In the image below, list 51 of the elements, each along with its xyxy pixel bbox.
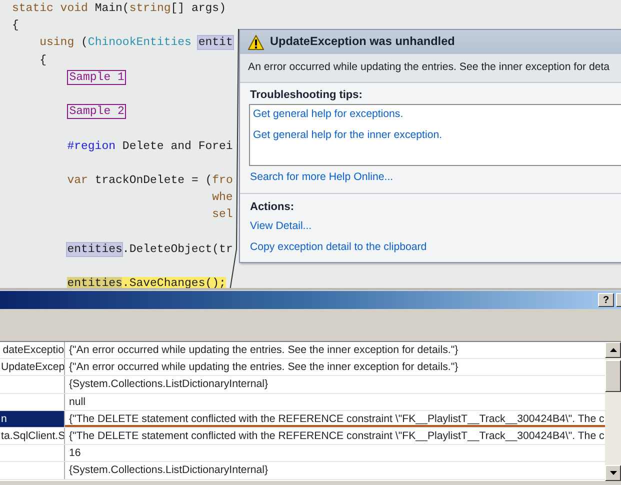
popup-title: UpdateException was unhandled (270, 33, 455, 50)
help-link[interactable]: Get general help for exceptions. (253, 107, 404, 121)
action-link[interactable]: Copy exception detail to the clipboard (250, 240, 427, 254)
scroll-down-button[interactable] (605, 465, 621, 481)
code-text: .DeleteObject(tr (122, 242, 233, 256)
close-button[interactable] (616, 293, 621, 307)
current-statement: entities (67, 277, 122, 288)
code-text: ( (80, 36, 88, 50)
code-keyword: fro (212, 174, 233, 187)
up-arrow-icon (610, 348, 616, 352)
action-link[interactable]: View Detail... (250, 218, 312, 233)
table-cell-text: {System.Collections.ListDictionaryInternal} (68, 377, 270, 392)
table-cell: {"The DELETE statement conflicted with the REFERENCE constraint \"FK__PlaylistT__Track__300424B4\". The c (65, 410, 605, 427)
collapsed-region[interactable]: Sample 2 (67, 104, 126, 120)
table-cell-text: {System.Collections.ListDictionaryInternal} (68, 463, 270, 478)
help-link[interactable]: Search for more Help Online... (250, 170, 394, 184)
highlighted-reference: entities (67, 242, 122, 256)
scroll-thumb[interactable] (605, 360, 621, 392)
code-keyword: var (67, 174, 88, 187)
help-link[interactable]: Get general help for the inner exception. (253, 128, 442, 142)
scrollbar[interactable] (605, 342, 621, 481)
code-keyword: using (40, 36, 74, 50)
code-text: { (12, 19, 19, 32)
code-text: trackOnDelete = ( (94, 174, 212, 187)
code-keyword: sel (212, 208, 233, 222)
code-text: [] args) (170, 2, 226, 15)
code-text: { (40, 54, 46, 67)
code-type: ChinookEntities (88, 36, 192, 50)
code-directive: #region (67, 140, 116, 152)
down-arrow-icon (610, 471, 616, 475)
table-cell-text: 16 (68, 446, 82, 462)
code-keyword: string (129, 2, 171, 15)
collapsed-region[interactable]: Sample 1 (67, 70, 126, 85)
error-message: An error occurred while updating the entries. See the inner exception for deta (248, 60, 610, 76)
code-keyword: static void (12, 2, 88, 15)
help-button[interactable]: ? (598, 293, 614, 307)
table-cell-text: null (68, 394, 86, 410)
warning-icon (248, 34, 264, 50)
code-text: Main( (94, 2, 130, 15)
code-text: Delete and Forei (121, 140, 233, 152)
table-cell-text: {"An error occurred while updating the entries. See the inner exception for details."} (68, 360, 460, 376)
scroll-up-button[interactable] (605, 342, 621, 358)
section-heading: Actions: (250, 200, 295, 214)
highlighted-reference: entit (198, 36, 233, 50)
table-cell-text: {"An error occurred while updating the entries. See the inner exception for details."} (68, 343, 460, 358)
section-heading: Troubleshooting tips: (250, 88, 364, 102)
table-cell: dateExceptio (0, 342, 65, 358)
table-cell: UpdateExcep (0, 359, 65, 376)
code-keyword: whe (212, 191, 233, 204)
table-cell-text: {"The DELETE statement conflicted with the REFERENCE constraint \"FK__PlaylistT__Track__300424B4\". The c (68, 428, 605, 444)
table-cell: n (0, 410, 65, 427)
